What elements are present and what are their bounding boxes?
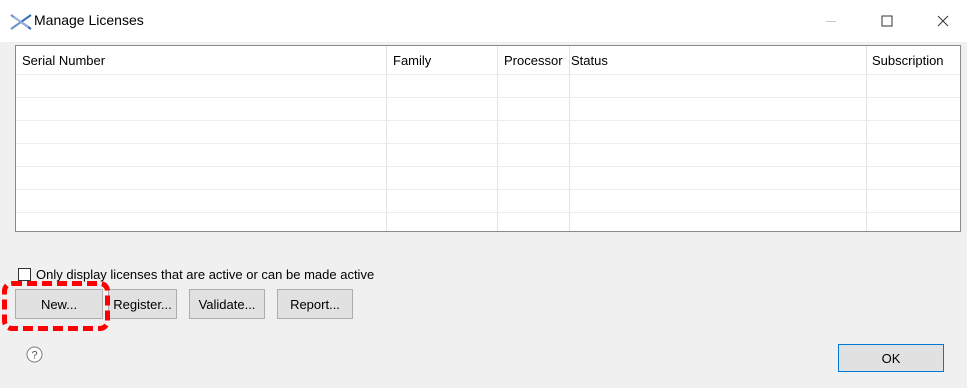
column-header-subscription[interactable]: Subscription [866,46,960,74]
report-button[interactable]: Report... [277,289,353,319]
manage-licenses-dialog: Manage Licenses Serial Number Family Pro… [0,0,967,388]
register-button[interactable]: Register... [108,289,177,319]
licenses-app-icon [10,14,32,30]
column-header-family[interactable]: Family [387,46,498,74]
svg-text:?: ? [31,350,37,362]
column-header-processor[interactable]: Processor [498,46,570,74]
new-button-highlight [2,281,110,331]
active-licenses-filter[interactable]: Only display licenses that are active or… [18,266,374,282]
close-button[interactable] [920,0,966,42]
active-licenses-checkbox-label[interactable]: Only display licenses that are active or… [36,267,374,282]
minimize-button[interactable] [808,0,854,42]
column-header-serial-number[interactable]: Serial Number [16,46,387,74]
table-row-divider [16,166,960,167]
maximize-icon [881,15,893,27]
table-row-divider [16,143,960,144]
column-header-status[interactable]: Status [565,46,861,74]
table-row-divider [16,212,960,213]
ok-button[interactable]: OK [838,344,944,372]
active-licenses-checkbox[interactable] [18,267,31,281]
licenses-table[interactable]: Serial Number Family Processor Status Su… [15,45,961,232]
minimize-icon [826,21,836,22]
maximize-button[interactable] [864,0,910,42]
table-header: Serial Number Family Processor Status Su… [16,46,960,74]
table-row-divider [16,189,960,190]
table-row-divider [16,97,960,98]
table-row-divider [16,120,960,121]
validate-button[interactable]: Validate... [189,289,265,319]
window-title: Manage Licenses [34,12,144,28]
table-row-divider [16,74,960,75]
close-icon [937,15,949,27]
help-icon[interactable]: ? [26,346,43,363]
title-bar: Manage Licenses [0,0,967,42]
